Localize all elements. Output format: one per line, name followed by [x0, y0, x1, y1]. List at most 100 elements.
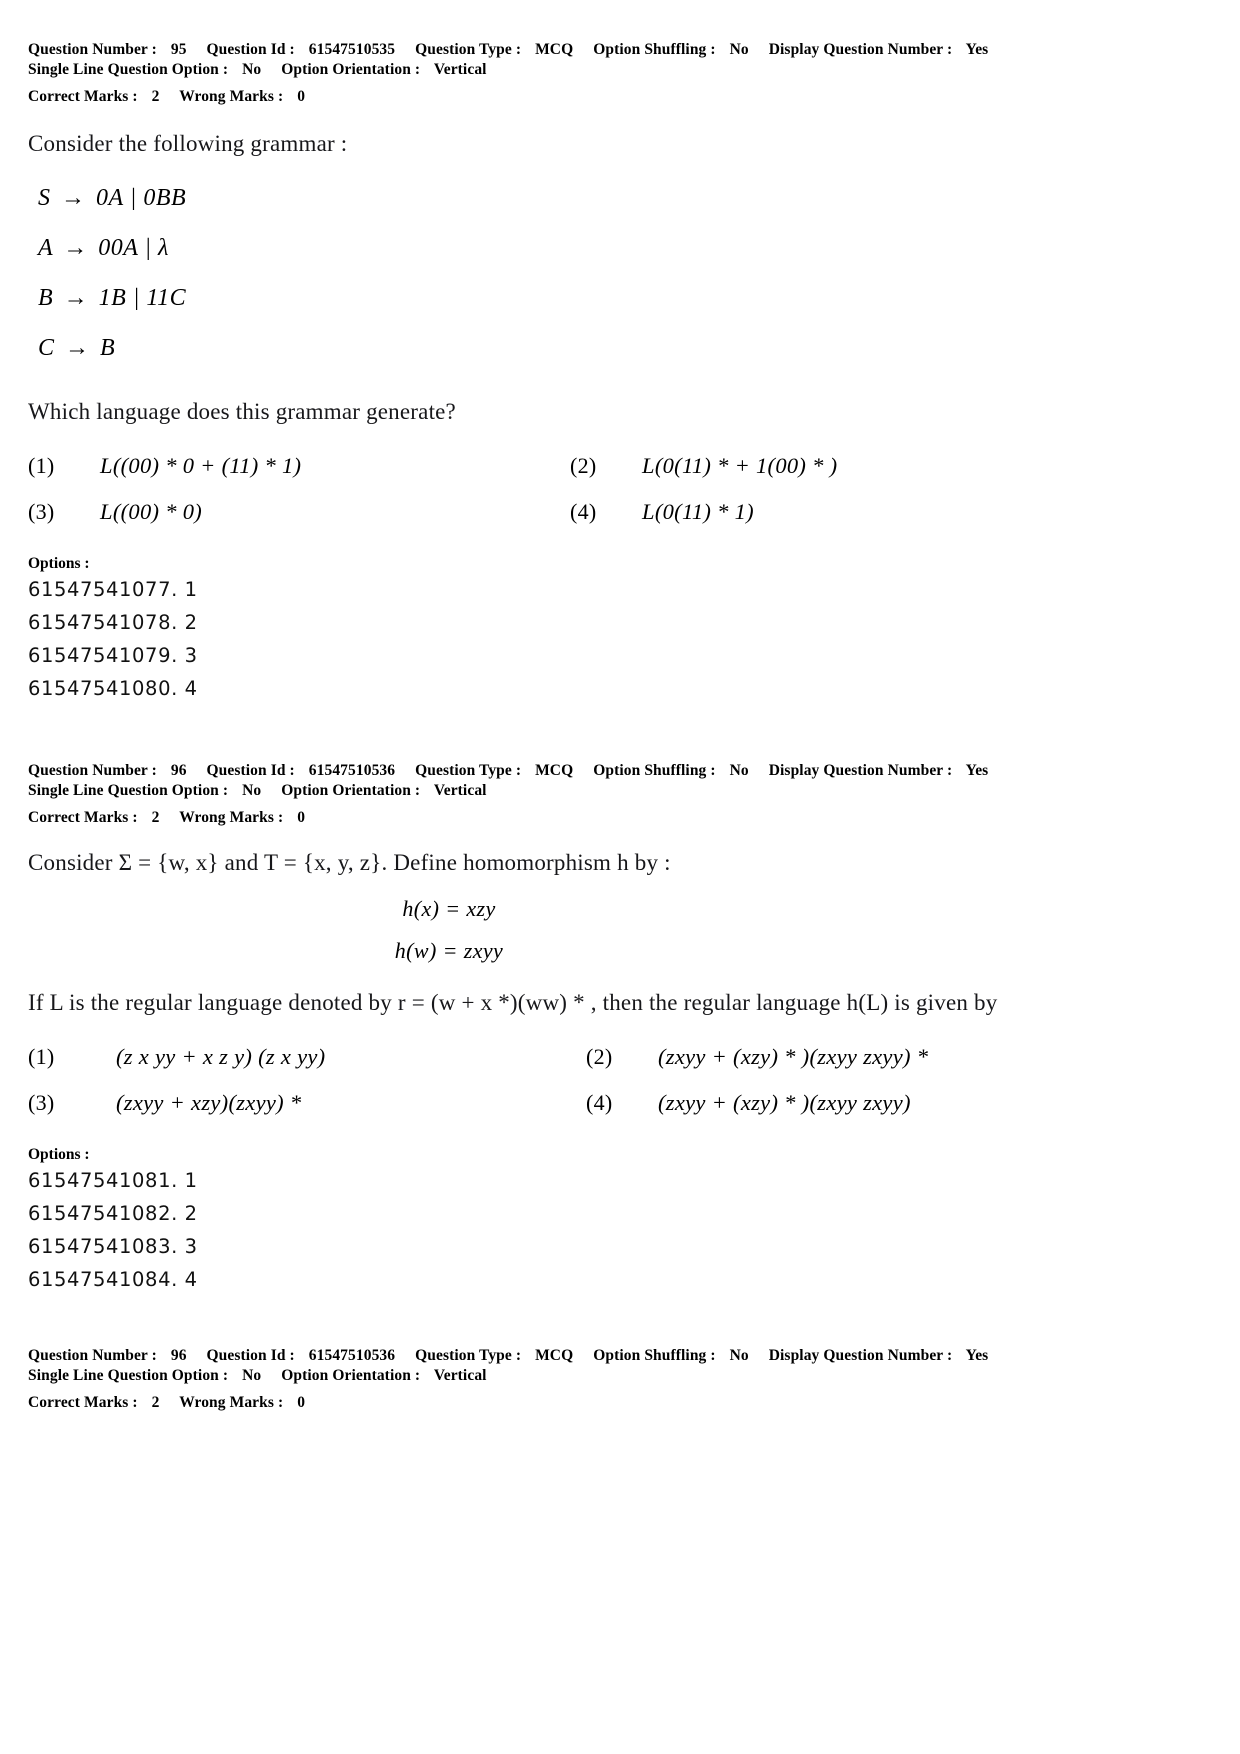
choice-number-1: (1)	[28, 1044, 55, 1069]
question-id-label: Question Id :	[206, 41, 295, 58]
choice-number-3: (3)	[28, 499, 55, 524]
choice-number-3: (3)	[28, 1090, 55, 1115]
homomorphism-equation-hx: h(x) = xzy	[402, 896, 496, 921]
homomorphism-equation-hw: h(w) = zxyy	[394, 938, 504, 963]
choice-number-4: (4)	[570, 499, 597, 524]
question-number-label: Question Number :	[28, 41, 157, 58]
question-id-label: Question Id :	[206, 1347, 295, 1364]
correct-marks-label: Correct Marks :	[28, 1394, 138, 1411]
single-line-question-option-label: Single Line Question Option :	[28, 782, 229, 799]
question-meta-line-1: Question Number : 95 Question Id : 61547…	[28, 40, 1090, 60]
option-id-row: 61547541077. 1	[28, 578, 198, 601]
option-shuffling-value: No	[729, 41, 749, 58]
choice-text-1[interactable]: L((00) * 0 + (11) * 1)	[100, 453, 570, 479]
question-marks-line: Correct Marks : 2 Wrong Marks : 0	[28, 1393, 1090, 1413]
option-shuffling-label: Option Shuffling :	[593, 1347, 716, 1364]
question-marks-line: Correct Marks : 2 Wrong Marks : 0	[28, 808, 1090, 828]
correct-marks-value: 2	[151, 809, 160, 826]
question-block-95: Question Number : 95 Question Id : 61547…	[28, 40, 1090, 705]
question-id-value: 61547510536	[308, 762, 396, 779]
grammar-production-list: S → 0A | 0BB A → 00A | λ B → 1B | 11C C …	[28, 173, 1090, 373]
grammar-production: C → B	[28, 323, 1090, 373]
option-shuffling-value: No	[729, 1347, 749, 1364]
wrong-marks-label: Wrong Marks :	[179, 809, 284, 826]
question-id-value: 61547510535	[308, 41, 396, 58]
question-prompt: Which language does this grammar generat…	[28, 399, 456, 424]
wrong-marks-value: 0	[297, 88, 306, 105]
right-arrow-icon: →	[65, 335, 90, 361]
single-line-question-option-value: No	[242, 1367, 262, 1384]
display-question-number-label: Display Question Number :	[768, 41, 953, 58]
option-orientation-value: Vertical	[433, 1367, 487, 1384]
choice-text-4[interactable]: L(0(11) * 1)	[642, 499, 1090, 525]
wrong-marks-label: Wrong Marks :	[179, 88, 284, 105]
choice-text-3[interactable]: (zxyy + xzy)(zxyy) *	[116, 1090, 586, 1116]
option-id-row: 61547541080. 4	[28, 677, 198, 700]
question-number-value: 96	[170, 762, 187, 779]
single-line-question-option-label: Single Line Question Option :	[28, 61, 229, 78]
option-shuffling-label: Option Shuffling :	[593, 762, 716, 779]
question-id-label: Question Id :	[206, 762, 295, 779]
production-lhs: S	[38, 185, 51, 211]
question-meta-line-2: Single Line Question Option : No Option …	[28, 1366, 1090, 1386]
question-type-label: Question Type :	[415, 762, 522, 779]
display-question-number-value: Yes	[965, 1347, 989, 1364]
correct-marks-label: Correct Marks :	[28, 809, 138, 826]
production-rhs: 0A | 0BB	[96, 185, 187, 211]
option-id-row: 61547541081. 1	[28, 1169, 198, 1192]
single-line-question-option-value: No	[242, 61, 262, 78]
choice-text-4[interactable]: (zxyy + (xzy) * )(zxyy zxyy)	[658, 1090, 1090, 1116]
choice-number-2: (2)	[586, 1044, 613, 1069]
question-type-label: Question Type :	[415, 1347, 522, 1364]
option-id-row: 61547541078. 2	[28, 611, 198, 634]
choice-number-4: (4)	[586, 1090, 613, 1115]
choice-number-2: (2)	[570, 453, 597, 478]
question-id-value: 61547510536	[308, 1347, 396, 1364]
option-shuffling-value: No	[729, 762, 749, 779]
answer-choice-grid: (1) L((00) * 0 + (11) * 1) (2) L(0(11) *…	[28, 453, 1090, 525]
choice-text-2[interactable]: (zxyy + (xzy) * )(zxyy zxyy) *	[658, 1044, 1090, 1070]
choice-text-1[interactable]: (z x yy + x z y) (z x yy)	[116, 1044, 586, 1070]
question-meta-line-1: Question Number : 96 Question Id : 61547…	[28, 1346, 1090, 1366]
question-number-value: 96	[170, 1347, 187, 1364]
correct-marks-label: Correct Marks :	[28, 88, 138, 105]
option-id-row: 61547541082. 2	[28, 1202, 198, 1225]
wrong-marks-value: 0	[297, 1394, 306, 1411]
question-meta-line-1: Question Number : 96 Question Id : 61547…	[28, 761, 1090, 781]
question-type-value: MCQ	[535, 1347, 574, 1364]
choice-text-3[interactable]: L((00) * 0)	[100, 499, 570, 525]
options-section-label: Options :	[28, 1146, 90, 1163]
display-question-number-value: Yes	[965, 762, 989, 779]
grammar-production: B → 1B | 11C	[28, 273, 1090, 323]
right-arrow-icon: →	[63, 235, 88, 261]
question-number-value: 95	[170, 41, 187, 58]
production-rhs: 00A | λ	[98, 235, 169, 261]
option-orientation-value: Vertical	[433, 782, 487, 799]
production-lhs: B	[38, 285, 54, 311]
question-block-96-repeat-header: Question Number : 96 Question Id : 61547…	[28, 1346, 1090, 1413]
question-number-label: Question Number :	[28, 1347, 157, 1364]
correct-marks-value: 2	[151, 88, 160, 105]
wrong-marks-label: Wrong Marks :	[179, 1394, 284, 1411]
production-rhs: 1B | 11C	[98, 285, 187, 311]
correct-marks-value: 2	[151, 1394, 160, 1411]
production-rhs: B	[100, 335, 116, 361]
question-meta-line-2: Single Line Question Option : No Option …	[28, 60, 1090, 80]
question-stem: Consider Σ = {w, x} and T = {x, y, z}. D…	[28, 850, 671, 875]
right-arrow-icon: →	[63, 285, 89, 311]
option-orientation-label: Option Orientation :	[281, 1367, 421, 1384]
single-line-question-option-value: No	[242, 782, 262, 799]
homomorphism-equation-block: h(w) = zxyy	[28, 938, 1090, 964]
question-meta-line-2: Single Line Question Option : No Option …	[28, 781, 1090, 801]
display-question-number-label: Display Question Number :	[768, 1347, 953, 1364]
question-marks-line: Correct Marks : 2 Wrong Marks : 0	[28, 87, 1090, 107]
option-id-row: 61547541079. 3	[28, 644, 198, 667]
option-orientation-value: Vertical	[433, 61, 487, 78]
grammar-production: A → 00A | λ	[28, 223, 1090, 273]
option-orientation-label: Option Orientation :	[281, 61, 421, 78]
exam-paper-page: Question Number : 95 Question Id : 61547…	[0, 0, 1240, 1754]
production-lhs: A	[38, 235, 53, 261]
display-question-number-value: Yes	[965, 41, 989, 58]
choice-text-2[interactable]: L(0(11) * + 1(00) * )	[642, 453, 1090, 479]
